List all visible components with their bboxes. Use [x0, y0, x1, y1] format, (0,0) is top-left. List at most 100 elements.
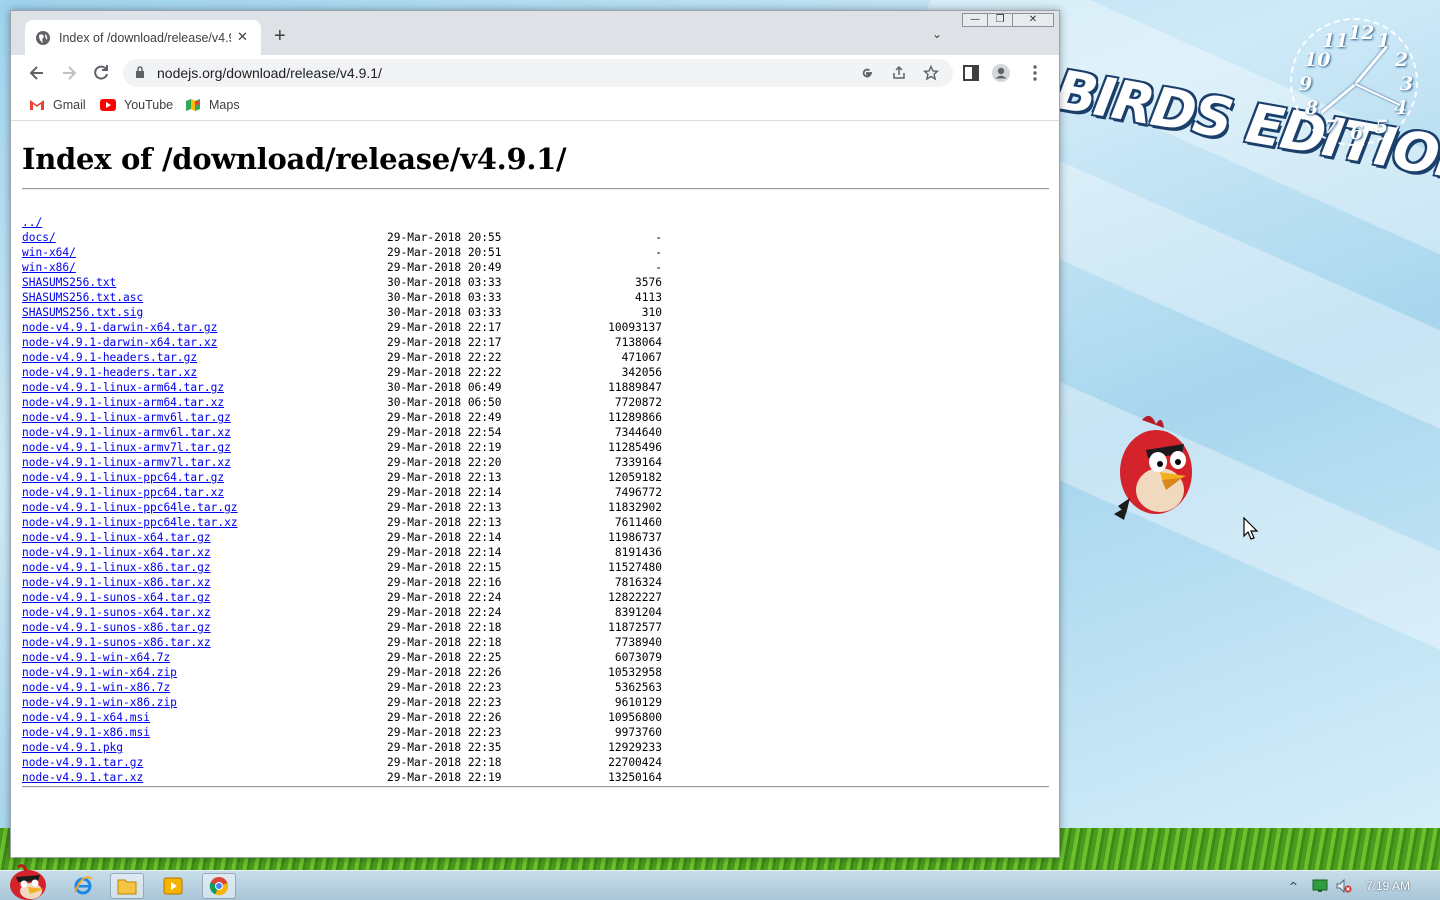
clock-minute-hand	[1320, 83, 1356, 114]
file-link[interactable]: node-v4.9.1-linux-x64.tar.xz	[22, 545, 211, 560]
file-link[interactable]: node-v4.9.1-linux-armv6l.tar.gz	[22, 410, 231, 425]
file-link[interactable]: win-x86/	[22, 260, 76, 275]
file-link[interactable]: node-v4.9.1-linux-ppc64.tar.gz	[22, 470, 224, 485]
profile-icon[interactable]	[991, 63, 1011, 83]
file-date: 29-Mar-2018 22:23	[387, 696, 502, 709]
file-link[interactable]: node-v4.9.1-darwin-x64.tar.xz	[22, 335, 217, 350]
taskbar-clock[interactable]: 7:19 AM	[1366, 879, 1410, 893]
file-link[interactable]: SHASUMS256.txt	[22, 275, 116, 290]
kebab-menu-icon[interactable]	[1025, 63, 1045, 83]
mouse-cursor-icon	[1243, 517, 1259, 540]
file-link[interactable]: node-v4.9.1-linux-arm64.tar.gz	[22, 380, 224, 395]
taskbar-explorer[interactable]	[110, 873, 144, 899]
side-panel-icon[interactable]	[961, 63, 981, 83]
star-icon[interactable]	[923, 65, 939, 81]
google-icon[interactable]	[859, 65, 875, 81]
tab-search-chevron-icon[interactable]: ⌄	[932, 27, 942, 41]
file-link[interactable]: node-v4.9.1-linux-armv7l.tar.gz	[22, 440, 231, 455]
file-link[interactable]: node-v4.9.1-linux-arm64.tar.xz	[22, 395, 224, 410]
globe-icon	[36, 30, 50, 45]
close-window-button[interactable]: ✕	[1012, 13, 1054, 27]
system-tray: ^ 7:19 AM	[1289, 871, 1440, 900]
new-tab-button[interactable]: +	[274, 25, 286, 48]
file-link[interactable]: node-v4.9.1-x86.msi	[22, 725, 150, 740]
file-link[interactable]: node-v4.9.1-win-x64.7z	[22, 650, 170, 665]
file-link[interactable]: ../	[22, 215, 42, 230]
file-link[interactable]: node-v4.9.1-sunos-x86.tar.xz	[22, 635, 211, 650]
start-button-bird-icon[interactable]	[4, 863, 50, 900]
file-link[interactable]: node-v4.9.1-sunos-x64.tar.gz	[22, 590, 211, 605]
file-link[interactable]: node-v4.9.1-win-x86.7z	[22, 680, 170, 695]
file-link[interactable]: node-v4.9.1-x64.msi	[22, 710, 150, 725]
file-link[interactable]: node-v4.9.1-win-x86.zip	[22, 695, 177, 710]
file-link[interactable]: SHASUMS256.txt.sig	[22, 305, 143, 320]
file-link[interactable]: node-v4.9.1-sunos-x64.tar.xz	[22, 605, 211, 620]
tab-active[interactable]: Index of /download/release/v4.9.1/ ✕	[25, 20, 261, 55]
listing-row: node-v4.9.1-linux-x86.tar.gz 29-Mar-2018 …	[22, 560, 662, 575]
file-link[interactable]: node-v4.9.1-linux-x86.tar.xz	[22, 575, 211, 590]
file-size: 9973760	[614, 726, 662, 739]
listing-row: node-v4.9.1-linux-ppc64.tar.gz 29-Mar-201…	[22, 470, 662, 485]
taskbar-chrome[interactable]	[202, 873, 236, 899]
file-link[interactable]: node-v4.9.1-headers.tar.xz	[22, 365, 197, 380]
share-icon[interactable]	[891, 65, 907, 81]
file-link[interactable]: node-v4.9.1-win-x64.zip	[22, 665, 177, 680]
file-link[interactable]: node-v4.9.1-linux-ppc64le.tar.gz	[22, 500, 238, 515]
taskbar-ie[interactable]	[66, 873, 100, 899]
file-date: 29-Mar-2018 20:49	[387, 261, 502, 274]
address-bar[interactable]: nodejs.org/download/release/v4.9.1/	[123, 59, 953, 87]
file-link[interactable]: node-v4.9.1-linux-ppc64le.tar.xz	[22, 515, 238, 530]
file-date: 29-Mar-2018 22:20	[387, 456, 502, 469]
bookmark-maps[interactable]: Maps	[185, 98, 240, 112]
clock-number: 4	[1394, 97, 1408, 119]
browser-toolbar: nodejs.org/download/release/v4.9.1/	[11, 55, 1059, 91]
tab-close-icon[interactable]: ✕	[237, 30, 248, 45]
listing-row: node-v4.9.1-darwin-x64.tar.xz 29-Mar-2018…	[22, 335, 662, 350]
file-size: 310	[641, 306, 662, 319]
file-link[interactable]: docs/	[22, 230, 56, 245]
file-link[interactable]: node-v4.9.1.tar.xz	[22, 770, 143, 785]
file-size: 342056	[621, 366, 662, 379]
show-hidden-icons-arrow[interactable]: ^	[1289, 880, 1298, 893]
back-arrow-icon[interactable]	[27, 63, 47, 83]
clock-number: 7	[1324, 116, 1338, 138]
network-icon[interactable]	[1312, 879, 1328, 893]
file-link[interactable]: node-v4.9.1-linux-armv7l.tar.xz	[22, 455, 231, 470]
bookmark-gmail[interactable]: Gmail	[29, 98, 86, 112]
clock-number: 6	[1350, 122, 1364, 144]
wallpaper-stripe	[1020, 380, 1440, 830]
listing-row: win-x86/29-Mar-2018 20:49 -	[22, 260, 662, 275]
listing-row: node-v4.9.1-sunos-x64.tar.xz 29-Mar-2018 …	[22, 605, 662, 620]
listing-row: node-v4.9.1-linux-ppc64le.tar.xz 29-Mar-2…	[22, 515, 662, 530]
file-size: 7816324	[614, 576, 662, 589]
url-text[interactable]: nodejs.org/download/release/v4.9.1/	[157, 65, 382, 81]
file-link[interactable]: node-v4.9.1-sunos-x86.tar.gz	[22, 620, 211, 635]
file-size: 11832902	[608, 501, 662, 514]
file-link[interactable]: node-v4.9.1.tar.gz	[22, 755, 143, 770]
file-date: 29-Mar-2018 22:24	[387, 606, 502, 619]
file-date: 29-Mar-2018 22:35	[387, 741, 502, 754]
file-link[interactable]: win-x64/	[22, 245, 76, 260]
reload-icon[interactable]	[91, 63, 111, 83]
maximize-button[interactable]: ❐	[987, 13, 1013, 27]
file-date: 29-Mar-2018 22:22	[387, 366, 502, 379]
file-link[interactable]: node-v4.9.1-linux-ppc64.tar.xz	[22, 485, 224, 500]
file-size: 11289866	[608, 411, 662, 424]
taskbar-media-player[interactable]	[156, 873, 190, 899]
file-size: 7496772	[614, 486, 662, 499]
clock-number: 3	[1400, 73, 1414, 95]
lock-icon[interactable]	[135, 66, 145, 78]
file-link[interactable]: SHASUMS256.txt.asc	[22, 290, 143, 305]
volume-muted-icon[interactable]	[1336, 879, 1352, 893]
forward-arrow-icon[interactable]	[59, 63, 79, 83]
file-link[interactable]: node-v4.9.1-linux-x64.tar.gz	[22, 530, 211, 545]
file-link[interactable]: node-v4.9.1-linux-x86.tar.gz	[22, 560, 211, 575]
file-link[interactable]: node-v4.9.1-darwin-x64.tar.gz	[22, 320, 217, 335]
bookmark-label: YouTube	[124, 98, 174, 112]
file-link[interactable]: node-v4.9.1-linux-armv6l.tar.xz	[22, 425, 231, 440]
file-link[interactable]: node-v4.9.1-headers.tar.gz	[22, 350, 197, 365]
file-date: 29-Mar-2018 22:24	[387, 591, 502, 604]
file-link[interactable]: node-v4.9.1.pkg	[22, 740, 123, 755]
minimize-button[interactable]: —	[962, 13, 988, 27]
bookmark-youtube[interactable]: YouTube	[100, 98, 173, 112]
